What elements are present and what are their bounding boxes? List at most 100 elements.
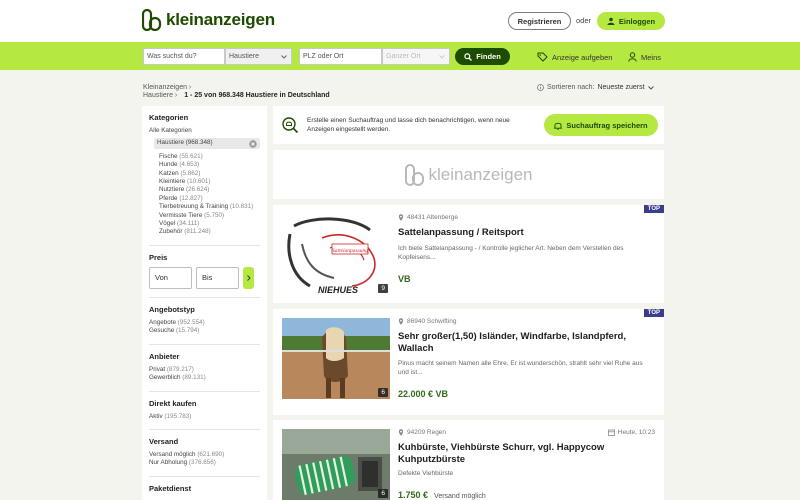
search-alert-box: Erstelle einen Suchauftrag und lasse dic… <box>273 106 664 144</box>
result-summary: 1 - 25 von 968.348 Haustiere in Deutschl… <box>184 92 330 99</box>
direct-buy-item[interactable]: Aktiv (195.783) <box>149 413 260 421</box>
chevron-down-icon <box>281 54 287 59</box>
sort-value: Neueste zuerst <box>597 84 645 91</box>
breadcrumb: Haustiere › 1 - 25 von 968.348 Haustiere… <box>143 92 330 99</box>
subcategory-item[interactable]: Hunde (4.653) <box>159 161 260 169</box>
divider <box>149 475 260 477</box>
subcategory-item[interactable]: Kleintiere (10.601) <box>159 178 260 186</box>
subcategory-item[interactable]: Vermisste Tiere (5.750) <box>159 212 260 220</box>
post-ad-link[interactable]: Anzeige aufgeben <box>537 52 612 62</box>
price-apply-button[interactable] <box>243 266 254 289</box>
find-button[interactable]: Finden <box>455 48 510 65</box>
listing-image[interactable]: Sattelanpassung NIEHUES 9 <box>282 214 390 295</box>
listing-title[interactable]: Sehr großer(1,50) Isländer, Windfarbe, I… <box>398 331 653 355</box>
listing-title[interactable]: Sattelanpassung / Reitsport <box>398 227 653 239</box>
image-caption: NIEHUES <box>318 285 358 295</box>
clear-icon[interactable] <box>249 139 257 148</box>
logo-text: kleinanzeigen <box>166 10 275 29</box>
parcel-title: Paketdienst <box>149 483 192 493</box>
listing-card[interactable]: TOP Sattelanpassung NIEHUES 9 48431 Alte… <box>273 205 664 303</box>
subcategory-item[interactable]: Pferde (12.827) <box>159 195 260 203</box>
login-label: Einloggen <box>618 16 656 26</box>
offer-type-item[interactable]: Angebote (952.554) <box>149 319 260 327</box>
search-icon <box>464 52 473 61</box>
info-icon <box>537 84 544 91</box>
seller-title: Anbieter <box>149 351 180 361</box>
search-input[interactable]: Was suchst du? <box>143 48 225 65</box>
brush-photo <box>282 429 390 500</box>
subcategory-item[interactable]: Zubehör (811.248) <box>159 228 260 236</box>
search-alert-icon <box>282 117 299 134</box>
listing-price: VB <box>398 274 411 284</box>
subcategory-item[interactable]: Vögel (34.111) <box>159 220 260 228</box>
calendar-icon <box>607 429 615 436</box>
sort-label: Sortieren nach: <box>547 84 595 91</box>
top-badge: TOP <box>643 309 664 317</box>
listing-description: Ich biete Sattelanpassung - / Kontrolle … <box>398 245 624 261</box>
subcategory-item[interactable]: Tierbetreuung & Training (10.831) <box>159 203 260 211</box>
shipping-item[interactable]: Nur Abholung (376.656) <box>149 459 260 467</box>
selected-category-label: Haustiere (968.348) <box>157 139 213 147</box>
location-input[interactable]: PLZ oder Ort <box>299 48 382 65</box>
listing-date: Heute, 10:23 <box>607 429 655 436</box>
listing-location: 48431 Altenberge <box>398 214 458 221</box>
subcategory-item[interactable]: Katzen (5.862) <box>159 170 260 178</box>
tag-plus-icon <box>537 52 548 62</box>
price-filter: Von Bis <box>149 266 260 289</box>
chevron-down-icon <box>439 54 445 59</box>
shipping-item[interactable]: Versand möglich (621.690) <box>149 451 260 459</box>
seller-item[interactable]: Gewerblich (89.131) <box>149 374 260 382</box>
breadcrumb-current[interactable]: Haustiere <box>143 92 173 99</box>
bell-icon <box>554 122 563 130</box>
listing-image[interactable]: 6 <box>282 318 390 399</box>
category-select-value: Haustiere <box>229 53 259 60</box>
divider <box>149 428 260 430</box>
chevron-down-icon <box>647 85 654 90</box>
save-search-button[interactable]: Suchauftrag speichern <box>544 114 658 136</box>
image-count-badge: 6 <box>378 388 388 397</box>
price-to-input[interactable]: Bis <box>196 266 239 289</box>
ad-banner[interactable]: kleinanzeigen <box>273 150 664 199</box>
save-search-label: Suchauftrag speichern <box>566 120 648 130</box>
listing-title[interactable]: Kuhbürste, Viehbürste Schurr, vgl. Happy… <box>398 442 653 466</box>
offer-type-item[interactable]: Gesuche (15.794) <box>149 327 260 335</box>
category-select[interactable]: Haustiere <box>225 48 292 65</box>
user-outline-icon <box>628 52 637 62</box>
or-text: oder <box>576 16 592 25</box>
chevron-right-icon <box>246 275 251 281</box>
register-button[interactable]: Registrieren <box>508 12 571 30</box>
subcategory-item[interactable]: Fische (55.621) <box>159 153 260 161</box>
listing-price: 1.750 € Versand möglich <box>398 490 486 500</box>
top-badge: TOP <box>643 205 664 213</box>
top-header: kleinanzeigen Registrieren oder Einlogge… <box>0 0 800 42</box>
listing-card[interactable]: TOP 6 86940 Schwifting Sehr großer(1,50)… <box>273 309 664 415</box>
selected-category[interactable]: Haustiere (968.348) <box>154 138 260 149</box>
kleinanzeigen-logo[interactable]: kleinanzeigen <box>142 9 275 31</box>
price-from-input[interactable]: Von <box>149 266 192 289</box>
divider <box>149 296 260 298</box>
login-button[interactable]: Einloggen <box>597 12 665 30</box>
user-icon <box>607 17 615 25</box>
banner-logo-text: kleinanzeigen <box>428 164 533 184</box>
listing-location: 94209 Regen <box>398 429 446 436</box>
listing-shipping: Versand möglich <box>434 493 486 500</box>
direct-buy-title: Direkt kaufen <box>149 398 197 408</box>
subcategory-item[interactable]: Nutztiere (26.624) <box>159 186 260 194</box>
listing-image[interactable]: 6 <box>282 429 390 500</box>
listing-card[interactable]: 6 94209 Regen Heute, 10:23 Kuhbürste, Vi… <box>273 420 664 500</box>
subcategory-list: Fische (55.621) Hunde (4.653) Katzen (5.… <box>149 153 260 237</box>
listing-location: 86940 Schwifting <box>398 318 457 325</box>
seller-item[interactable]: Privat (879.217) <box>149 366 260 374</box>
filter-sidebar: Kategorien Alle Kategorien Haustiere (96… <box>142 106 267 500</box>
sort-dropdown[interactable]: Sortieren nach: Neueste zuerst <box>537 84 654 91</box>
radius-select[interactable]: Ganzer Ort <box>382 48 450 65</box>
location-pin-icon <box>398 429 404 436</box>
search-bar: Was suchst du? Haustiere PLZ oder Ort Ga… <box>0 42 800 70</box>
categories-title: Kategorien <box>149 113 189 122</box>
location-pin-icon <box>398 318 404 325</box>
breadcrumb-root[interactable]: Kleinanzeigen › <box>143 84 191 91</box>
divider <box>149 244 260 246</box>
location-pin-icon <box>398 214 404 221</box>
all-categories-link[interactable]: Alle Kategorien <box>149 127 260 135</box>
mine-link[interactable]: Meins <box>628 52 661 62</box>
